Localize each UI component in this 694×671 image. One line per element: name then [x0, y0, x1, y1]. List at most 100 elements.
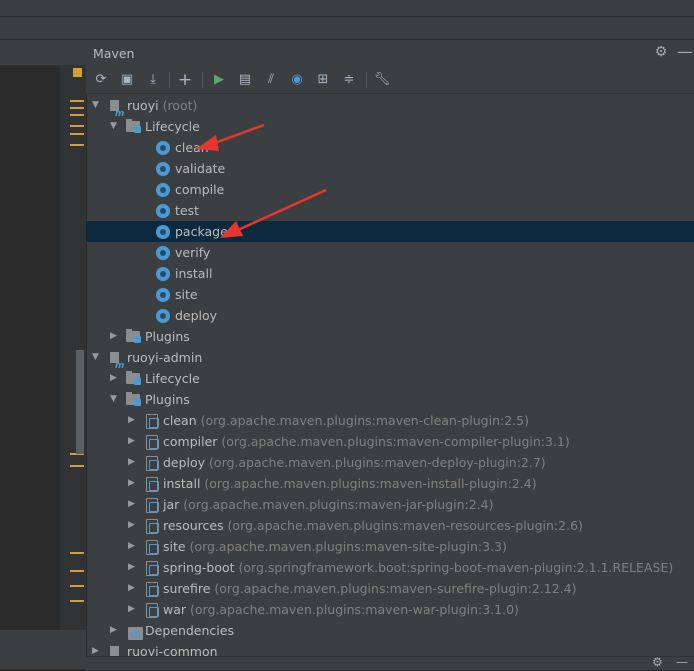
lifecycle-goal-gear-icon	[156, 309, 170, 323]
tree-row-plugin[interactable]: ▶ war (org.apache.maven.plugins:maven-war…	[86, 599, 694, 620]
change-marker[interactable]	[70, 133, 84, 135]
tree-row-project[interactable]: ▼ m ruoyi-admin	[86, 347, 694, 371]
tree-row-plugin[interactable]: ▶ clean (org.apache.maven.plugins:maven-c…	[86, 410, 694, 431]
wrench-icon[interactable]: 🔧︎	[373, 71, 391, 89]
tree-row-goal[interactable]: package	[86, 221, 694, 242]
plugin-inner-box	[149, 565, 159, 575]
expand-arrow-right-icon[interactable]: ▶	[128, 473, 138, 494]
expand-arrow-down-icon[interactable]: ▼	[110, 389, 120, 410]
expand-arrow-right-icon[interactable]: ▶	[128, 578, 138, 599]
maven-project-icon: m	[108, 350, 124, 371]
tree-item-name: ruoyi	[127, 98, 159, 113]
tree-row-goal[interactable]: validate	[86, 158, 694, 179]
change-marker[interactable]	[70, 465, 84, 467]
change-marker[interactable]	[70, 600, 84, 602]
expand-arrow-right-icon[interactable]: ▶	[110, 326, 120, 347]
tree-item-name: surefire	[163, 581, 211, 596]
run-icon[interactable]: ▶	[210, 71, 228, 89]
change-marker[interactable]	[70, 552, 84, 554]
tree-row-label: jar (org.apache.maven.plugins:maven-jar-…	[163, 494, 494, 515]
tree-item-name: install	[163, 476, 201, 491]
lifecycle-goal-gear-icon	[156, 246, 170, 260]
deps-bar	[131, 632, 133, 638]
change-marker[interactable]	[70, 570, 84, 572]
tree-item-name: Dependencies	[145, 623, 234, 638]
expand-arrow-right-icon[interactable]: ▶	[128, 557, 138, 578]
tree-item-name: war	[163, 602, 187, 617]
tree-row-plugin[interactable]: ▶ site (org.apache.maven.plugins:maven-si…	[86, 536, 694, 557]
expand-arrow-down-icon[interactable]: ▼	[92, 95, 102, 116]
collapse-all-icon[interactable]: ≑	[340, 71, 358, 89]
change-marker[interactable]	[70, 114, 84, 116]
expand-arrow-right-icon[interactable]: ▶	[128, 536, 138, 557]
skip-tests-icon[interactable]: ◉	[288, 71, 306, 89]
change-marker[interactable]	[70, 107, 84, 109]
gear-icon[interactable]: ⚙	[652, 655, 663, 669]
tree-row-goal[interactable]: compile	[86, 179, 694, 200]
tree-row-plugin[interactable]: ▶ resources (org.apache.maven.plugins:mav…	[86, 515, 694, 536]
download-icon[interactable]: ⤓	[144, 71, 162, 89]
tree-item-detail: (org.apache.maven.plugins:maven-jar-plug…	[179, 497, 494, 512]
change-marker[interactable]	[70, 125, 84, 127]
tree-row-plugin[interactable]: ▶ compiler (org.apache.maven.plugins:mave…	[86, 431, 694, 452]
tree-row-folder[interactable]: ▼ Lifecycle	[86, 116, 694, 137]
tree-row-plugin[interactable]: ▶ jar (org.apache.maven.plugins:maven-jar…	[86, 494, 694, 515]
change-marker[interactable]	[70, 585, 84, 587]
change-marker[interactable]	[70, 100, 84, 102]
tree-row-folder[interactable]: ▶ Lifecycle	[86, 368, 694, 389]
plugin-icon	[144, 539, 160, 555]
tree-row-goal[interactable]: site	[86, 284, 694, 305]
tree-row-plugin[interactable]: ▶ install (org.apache.maven.plugins:maven…	[86, 473, 694, 494]
tree-item-name: clean	[163, 413, 197, 428]
expand-arrow-down-icon[interactable]: ▼	[110, 116, 120, 137]
plugin-icon	[144, 581, 160, 597]
tree-row-deps[interactable]: ▶ Dependencies	[86, 620, 694, 641]
change-marker[interactable]	[70, 144, 84, 146]
tree-row-plugin[interactable]: ▶ deploy (org.apache.maven.plugins:maven-…	[86, 452, 694, 473]
tree-row-plugin[interactable]: ▶ surefire (org.apache.maven.plugins:mave…	[86, 578, 694, 599]
minimize-icon[interactable]: —	[676, 44, 694, 60]
tree-item-name: deploy	[163, 455, 206, 470]
expand-arrow-down-icon[interactable]: ▼	[92, 347, 102, 368]
tree-row-folder[interactable]: ▼ Plugins	[86, 389, 694, 410]
plugin-icon	[144, 497, 160, 513]
tree-row-goal[interactable]: test	[86, 200, 694, 221]
gear-icon[interactable]: ⚙	[653, 44, 669, 60]
reimport-folder-icon[interactable]: ▣	[118, 71, 136, 89]
plugin-icon	[144, 476, 160, 492]
expand-arrow-right-icon[interactable]: ▶	[128, 515, 138, 536]
add-project-icon[interactable]: +	[176, 71, 194, 89]
tree-item-name: jar	[163, 497, 180, 512]
toggle-offline-icon[interactable]: ⫽	[262, 71, 280, 89]
editor-scrollbar-thumb[interactable]	[76, 350, 84, 454]
tree-item-name: Lifecycle	[145, 119, 200, 134]
tree-row-goal[interactable]: verify	[86, 242, 694, 263]
tree-row-goal[interactable]: deploy	[86, 305, 694, 326]
expand-arrow-right-icon[interactable]: ▶	[128, 431, 138, 452]
dependencies-icon	[126, 623, 143, 640]
expand-arrow-right-icon[interactable]: ▶	[110, 368, 120, 389]
tree-item-name: compiler	[163, 434, 218, 449]
minimize-icon[interactable]: —	[676, 655, 688, 669]
expand-arrow-right-icon[interactable]: ▶	[128, 410, 138, 431]
expand-arrow-right-icon[interactable]: ▶	[110, 620, 120, 641]
show-dependencies-icon[interactable]: ⊞	[314, 71, 332, 89]
tree-row-goal[interactable]: clean	[86, 137, 694, 158]
tree-row-goal[interactable]: install	[86, 263, 694, 284]
plugin-inner-box	[149, 586, 159, 596]
plugin-icon	[144, 434, 160, 450]
tree-item-name: Plugins	[145, 392, 190, 407]
tree-row-project[interactable]: ▼ m ruoyi (root)	[86, 95, 694, 119]
expand-arrow-right-icon[interactable]: ▶	[128, 599, 138, 620]
reload-icon[interactable]: ⟳	[92, 71, 110, 89]
execute-goal-icon[interactable]: ▤	[236, 71, 254, 89]
status-area	[0, 630, 86, 669]
tree-item-name: package	[175, 224, 228, 239]
expand-arrow-right-icon[interactable]: ▶	[128, 494, 138, 515]
tree-row-label: site (org.apache.maven.plugins:maven-sit…	[163, 536, 507, 557]
warning-marker-icon[interactable]	[73, 68, 82, 77]
tree-row-label: Lifecycle	[145, 116, 200, 137]
tree-row-folder[interactable]: ▶ Plugins	[86, 326, 694, 347]
tree-row-plugin[interactable]: ▶ spring-boot (org.springframework.boot:s…	[86, 557, 694, 578]
expand-arrow-right-icon[interactable]: ▶	[128, 452, 138, 473]
